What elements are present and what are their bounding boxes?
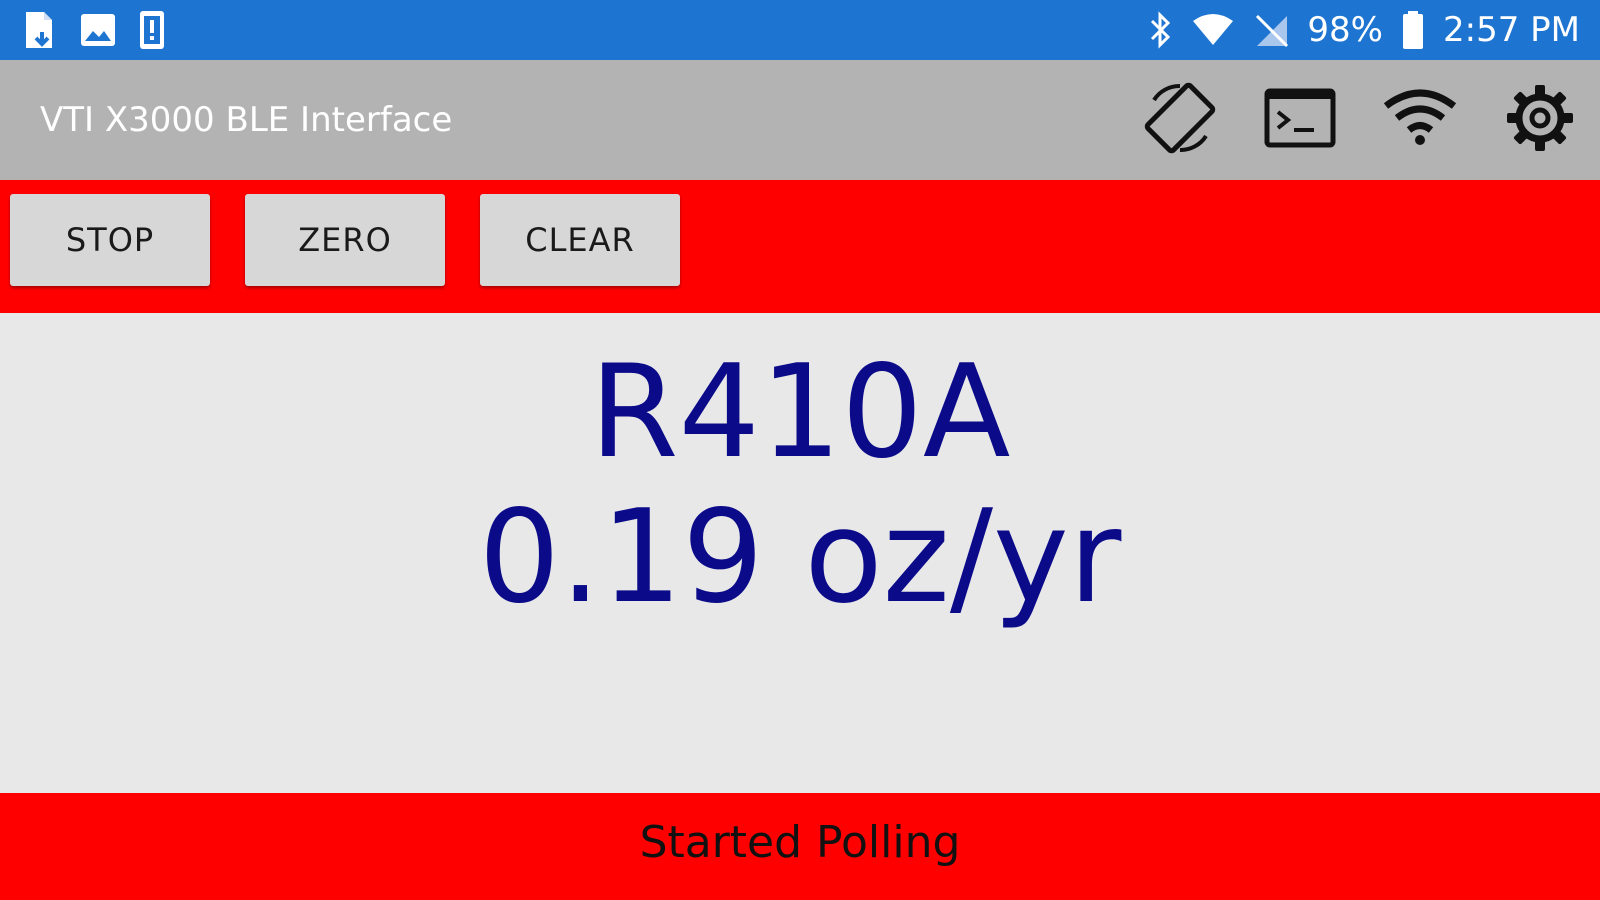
wifi-icon [1382,88,1458,153]
terminal-button[interactable] [1260,80,1340,160]
app-bar: VTI X3000 BLE Interface [0,60,1600,180]
polling-status: Started Polling [639,817,961,868]
battery-percent: 98% [1307,10,1383,50]
zero-button[interactable]: ZERO [245,194,445,286]
screen-rotation-button[interactable] [1140,80,1220,160]
settings-gear-icon [1505,83,1575,158]
refrigerant-type: R410A [589,338,1011,487]
control-toolbar: STOP ZERO CLEAR [0,180,1600,313]
notification-icons [22,0,166,60]
file-download-icon [22,10,58,50]
reading-panel: R410A 0.19 oz/yr [0,313,1600,793]
clock: 2:57 PM [1443,10,1580,50]
terminal-icon [1264,88,1336,153]
leak-rate-value: 0.19 oz/yr [478,483,1122,632]
image-icon [80,13,116,47]
bluetooth-icon [1147,11,1173,49]
device-alert-icon [138,10,166,50]
no-sim-icon [1253,12,1289,48]
settings-button[interactable] [1500,80,1580,160]
app-bar-actions [1140,60,1580,180]
stop-button[interactable]: STOP [10,194,210,286]
screen-rotation-icon [1140,78,1220,163]
wifi-signal-icon [1191,13,1235,47]
clear-button[interactable]: CLEAR [480,194,680,286]
battery-icon [1401,10,1425,50]
system-status-bar: 98% 2:57 PM [0,0,1600,60]
wifi-button[interactable] [1380,80,1460,160]
system-indicators: 98% 2:57 PM [1147,0,1580,60]
status-footer: Started Polling [0,793,1600,900]
app-title: VTI X3000 BLE Interface [40,100,453,140]
